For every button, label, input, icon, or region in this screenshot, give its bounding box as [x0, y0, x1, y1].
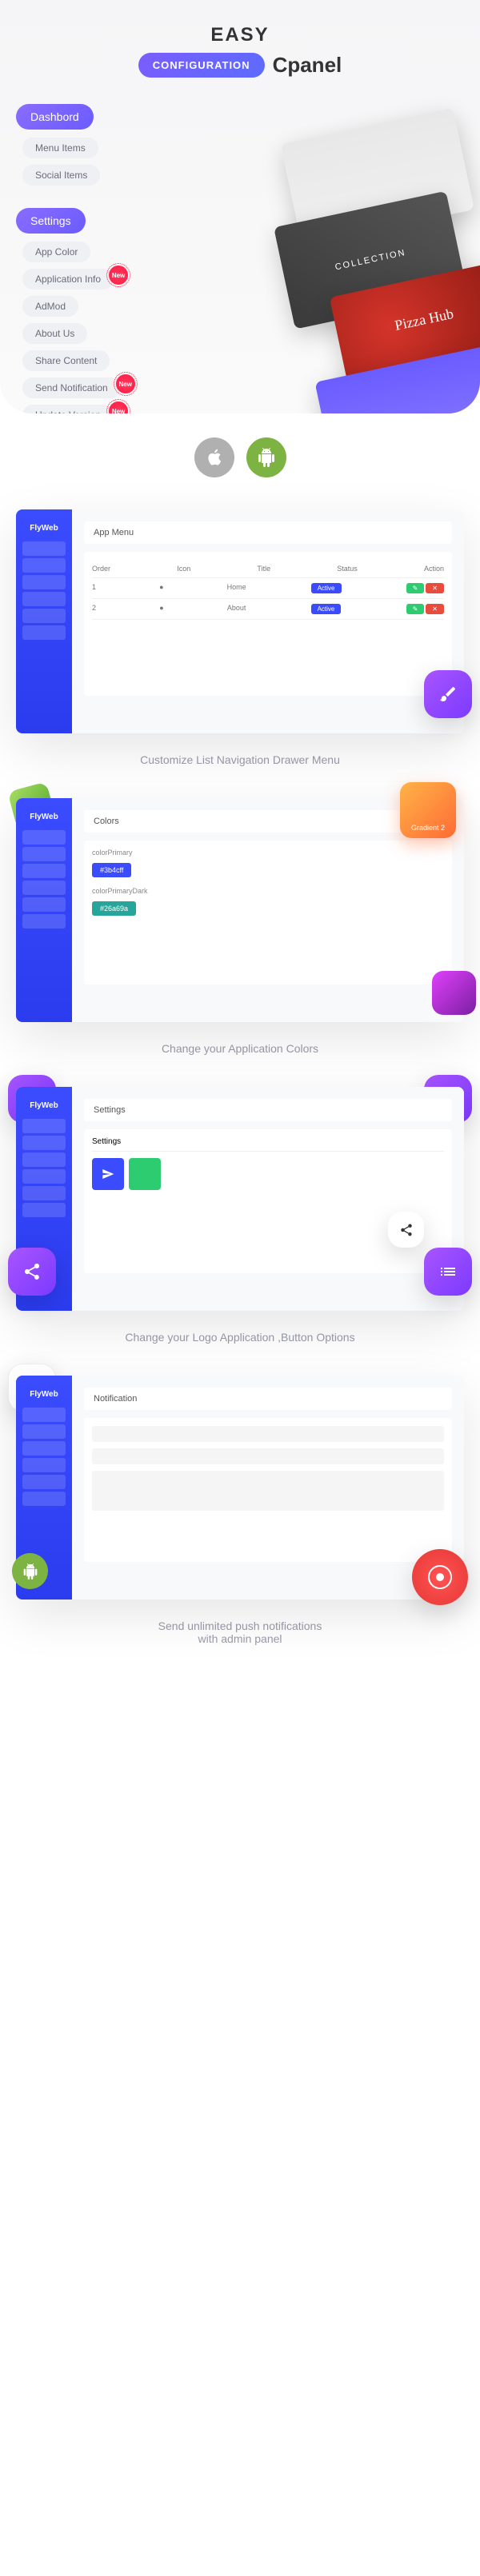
nav-send-notification[interactable]: Send NotificationNew [22, 377, 121, 398]
sidebar-item[interactable] [22, 609, 66, 623]
nav-about-us[interactable]: About Us [22, 323, 87, 344]
new-badge-icon: New [109, 266, 128, 285]
nav-application-info[interactable]: Application InfoNew [22, 269, 114, 290]
share-alt-icon [388, 1212, 424, 1248]
sidebar-item[interactable] [22, 592, 66, 606]
sidebar-item[interactable] [22, 541, 66, 556]
logo-preview [92, 1158, 124, 1190]
admin-main: App Menu Order Icon Title Status Action … [72, 509, 464, 733]
gradient-card: Gradient 2 [400, 782, 456, 838]
admin-sidebar: FlyWeb [16, 509, 72, 733]
nav-admod[interactable]: AdMod [22, 296, 78, 317]
section-nav-drawer: FlyWeb App Menu Order Icon Title Status … [16, 509, 464, 766]
section-caption: Change your Logo Application ,Button Opt… [16, 1331, 464, 1344]
nav-menu: Dashbord Menu Items Social Items Setting… [16, 104, 121, 413]
preview-label: COLLECTION [334, 248, 407, 273]
config-row: CONFIGURATION Cpanel [16, 53, 464, 78]
delete-button[interactable]: ✕ [426, 604, 444, 614]
admin-main: Settings Settings [72, 1087, 464, 1311]
preview-label: Pizza Hub [394, 306, 455, 334]
admin-sidebar: FlyWeb [16, 798, 72, 1022]
color-chip-icon [432, 971, 476, 1015]
android-icon [12, 1553, 48, 1589]
hero-section: EASY CONFIGURATION Cpanel Dashbord Menu … [0, 0, 480, 413]
cpanel-label: Cpanel [273, 53, 342, 78]
admin-main: Notification [72, 1376, 464, 1600]
section-caption: Customize List Navigation Drawer Menu [16, 753, 464, 766]
nav-share-content[interactable]: Share Content [22, 350, 110, 371]
edit-button[interactable]: ✎ [406, 583, 425, 593]
sidebar-item[interactable] [22, 558, 66, 573]
table-row: 2 ● About Active ✎✕ [92, 599, 444, 620]
text-input[interactable] [92, 1448, 444, 1464]
sidebar-item[interactable] [22, 625, 66, 640]
section-notifications: FlyWeb Notification Send unlimited push … [16, 1376, 464, 1677]
apple-icon [194, 437, 234, 477]
panel-body: Order Icon Title Status Action 1 ● Home … [84, 552, 452, 696]
nav-dashboard[interactable]: Dashbord [16, 104, 94, 130]
platform-icons [0, 437, 480, 477]
panel-body: colorPrimary #3b4cff colorPrimaryDark #2… [84, 841, 452, 984]
color-input[interactable]: #26a69a [92, 901, 136, 916]
easy-label: EASY [16, 24, 464, 46]
nav-menu-items[interactable]: Menu Items [22, 138, 98, 158]
section-settings: FlyWeb Settings Settings Change your Log… [16, 1087, 464, 1344]
section-colors: Gradient 2 FlyWeb Colors colorPrimary #3… [16, 798, 464, 1055]
textarea-input[interactable] [92, 1471, 444, 1511]
laptop-mockup: FlyWeb Notification [16, 1376, 464, 1600]
laptop-mockup: FlyWeb App Menu Order Icon Title Status … [16, 509, 464, 733]
sidebar-logo: FlyWeb [16, 1384, 72, 1405]
section-caption: Change your Application Colors [16, 1042, 464, 1055]
sidebar-logo: FlyWeb [16, 806, 72, 828]
new-badge-icon: New [109, 401, 128, 413]
table-row: 1 ● Home Active ✎✕ [92, 578, 444, 599]
panel-title: Notification [84, 1388, 452, 1410]
brush-icon [424, 670, 472, 718]
sidebar-item[interactable] [22, 575, 66, 589]
table-header: Order Icon Title Status Action [92, 560, 444, 578]
logo-preview [129, 1158, 161, 1190]
panel-title: App Menu [84, 521, 452, 544]
nav-update-version[interactable]: Update VersionNew [22, 405, 114, 413]
laptop-mockup: FlyWeb Colors colorPrimary #3b4cff color… [16, 798, 464, 1022]
section-caption: Send unlimited push notifications with a… [16, 1619, 464, 1645]
panel-body: Settings [84, 1129, 452, 1273]
hero-title: EASY CONFIGURATION Cpanel [16, 24, 464, 78]
nav-settings[interactable]: Settings [16, 208, 86, 234]
new-badge-icon: New [116, 374, 135, 393]
preview-stack: COLLECTION Pizza Hub [281, 105, 480, 413]
nav-app-color[interactable]: App Color [22, 242, 90, 262]
panel-title: Settings [84, 1099, 452, 1121]
list-icon [424, 1248, 472, 1296]
sidebar-logo: FlyWeb [16, 1095, 72, 1116]
configuration-badge: CONFIGURATION [138, 53, 265, 78]
delete-button[interactable]: ✕ [426, 583, 444, 593]
panel-title: Colors [84, 810, 452, 833]
sidebar-logo: FlyWeb [16, 517, 72, 539]
color-input[interactable]: #3b4cff [92, 863, 131, 877]
touch-icon [412, 1549, 468, 1605]
edit-button[interactable]: ✎ [406, 604, 425, 614]
text-input[interactable] [92, 1426, 444, 1442]
nav-social-items[interactable]: Social Items [22, 165, 100, 186]
panel-body [84, 1418, 452, 1562]
laptop-mockup: FlyWeb Settings Settings [16, 1087, 464, 1311]
share-icon [8, 1248, 56, 1296]
android-icon [246, 437, 286, 477]
